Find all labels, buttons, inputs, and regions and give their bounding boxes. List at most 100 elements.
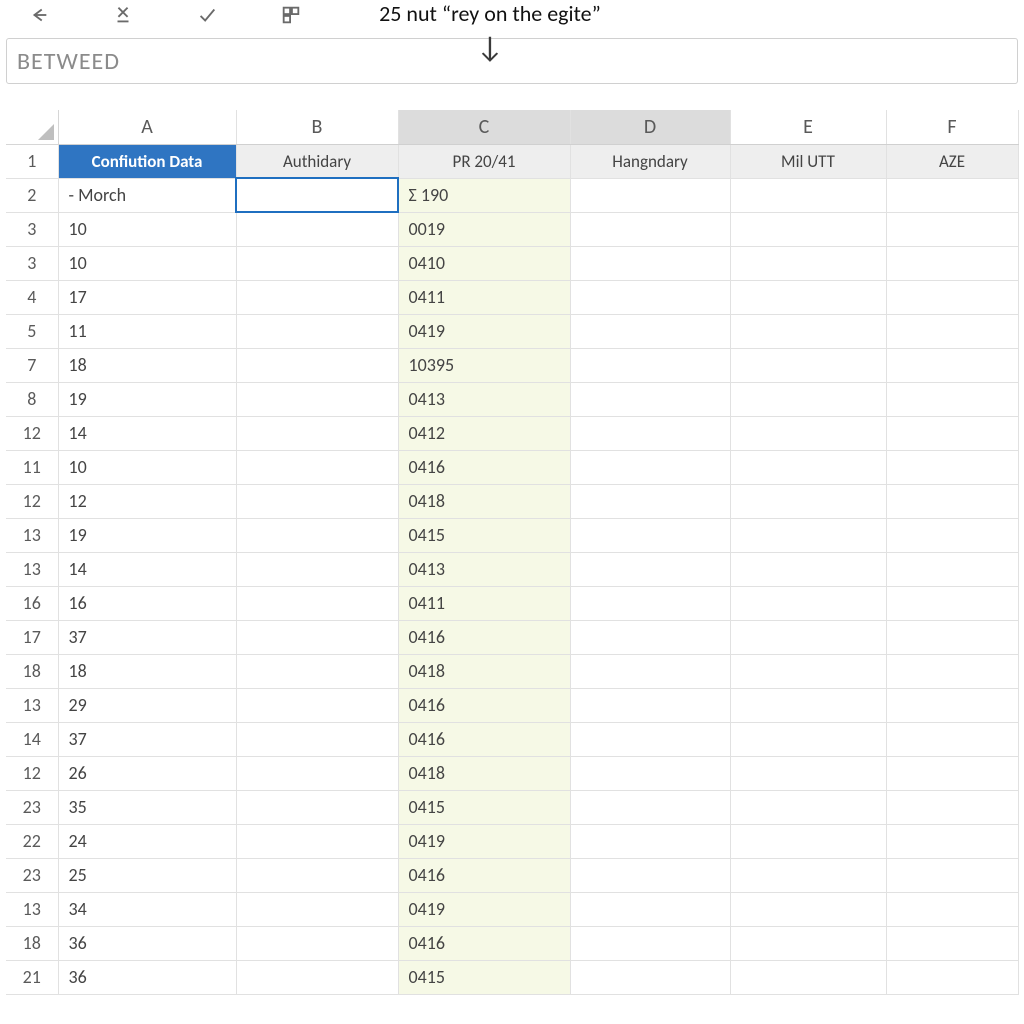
row-header[interactable]: 5 bbox=[6, 314, 58, 348]
row-header[interactable]: 21 bbox=[6, 960, 58, 994]
cell-C[interactable]: 0416 bbox=[398, 926, 570, 960]
row-header[interactable]: 14 bbox=[6, 722, 58, 756]
field-header-D[interactable]: Hangndary bbox=[570, 144, 730, 178]
cell-E[interactable] bbox=[730, 314, 886, 348]
cell-D[interactable] bbox=[570, 586, 730, 620]
cell-E[interactable] bbox=[730, 960, 886, 994]
cell-A[interactable]: 25 bbox=[58, 858, 236, 892]
cell-D[interactable] bbox=[570, 722, 730, 756]
cell-B[interactable] bbox=[236, 416, 398, 450]
cell-D[interactable] bbox=[570, 450, 730, 484]
cell-B[interactable] bbox=[236, 824, 398, 858]
cell-C[interactable]: 0412 bbox=[398, 416, 570, 450]
cell-B[interactable] bbox=[236, 926, 398, 960]
cell-B[interactable] bbox=[236, 688, 398, 722]
cell-E[interactable] bbox=[730, 756, 886, 790]
cell-C[interactable]: 0411 bbox=[398, 586, 570, 620]
cell-B[interactable] bbox=[236, 722, 398, 756]
row-header[interactable]: 13 bbox=[6, 892, 58, 926]
cell-F[interactable] bbox=[886, 824, 1018, 858]
cell-D[interactable] bbox=[570, 858, 730, 892]
cell-F[interactable] bbox=[886, 246, 1018, 280]
cell-B[interactable] bbox=[236, 892, 398, 926]
cell-A[interactable]: 29 bbox=[58, 688, 236, 722]
cell-C[interactable]: 0418 bbox=[398, 654, 570, 688]
cell-A[interactable]: 17 bbox=[58, 280, 236, 314]
cell-F[interactable] bbox=[886, 654, 1018, 688]
cell-B[interactable] bbox=[236, 246, 398, 280]
cell-A[interactable]: 35 bbox=[58, 790, 236, 824]
row-header[interactable]: 8 bbox=[6, 382, 58, 416]
row-header[interactable]: 17 bbox=[6, 620, 58, 654]
field-header-B[interactable]: Authidary bbox=[236, 144, 398, 178]
col-header-F[interactable]: F bbox=[886, 110, 1018, 144]
cell-D[interactable] bbox=[570, 314, 730, 348]
cell-F[interactable] bbox=[886, 382, 1018, 416]
cell-D[interactable] bbox=[570, 518, 730, 552]
cell-C[interactable]: 0413 bbox=[398, 382, 570, 416]
back-arrow-icon[interactable] bbox=[28, 4, 50, 26]
cell-D[interactable] bbox=[570, 756, 730, 790]
cell-E[interactable] bbox=[730, 620, 886, 654]
row-header[interactable]: 12 bbox=[6, 484, 58, 518]
cell-E[interactable] bbox=[730, 824, 886, 858]
cell-D[interactable] bbox=[570, 824, 730, 858]
row-header[interactable]: 18 bbox=[6, 926, 58, 960]
cell-D[interactable] bbox=[570, 892, 730, 926]
cell-E[interactable] bbox=[730, 790, 886, 824]
row-header[interactable]: 3 bbox=[6, 246, 58, 280]
cell-C[interactable]: 0415 bbox=[398, 790, 570, 824]
cell-F[interactable] bbox=[886, 212, 1018, 246]
cell-A[interactable]: 37 bbox=[58, 620, 236, 654]
col-header-B[interactable]: B bbox=[236, 110, 398, 144]
cell-B[interactable] bbox=[236, 314, 398, 348]
cell-C[interactable]: 0415 bbox=[398, 960, 570, 994]
cell-C[interactable]: 0019 bbox=[398, 212, 570, 246]
cell-C[interactable]: 0413 bbox=[398, 552, 570, 586]
row-header[interactable]: 16 bbox=[6, 586, 58, 620]
select-all-triangle[interactable] bbox=[6, 110, 58, 144]
cell-E[interactable] bbox=[730, 484, 886, 518]
cell-D[interactable] bbox=[570, 926, 730, 960]
cell-E[interactable] bbox=[730, 246, 886, 280]
cell-E[interactable] bbox=[730, 416, 886, 450]
cell-B[interactable] bbox=[236, 280, 398, 314]
cell-E[interactable] bbox=[730, 382, 886, 416]
cell-F[interactable] bbox=[886, 280, 1018, 314]
cell-C[interactable]: 0418 bbox=[398, 756, 570, 790]
cell-C[interactable]: 0415 bbox=[398, 518, 570, 552]
cell-A[interactable]: 18 bbox=[58, 654, 236, 688]
cell-A[interactable]: 36 bbox=[58, 926, 236, 960]
cell-A[interactable]: 34 bbox=[58, 892, 236, 926]
cell-A[interactable]: 14 bbox=[58, 552, 236, 586]
cell-A[interactable]: 16 bbox=[58, 586, 236, 620]
cell-B[interactable] bbox=[236, 382, 398, 416]
row-header[interactable]: 12 bbox=[6, 416, 58, 450]
formula-bar[interactable]: BETWEED bbox=[6, 38, 1018, 84]
cell-F[interactable] bbox=[886, 416, 1018, 450]
cell-F[interactable] bbox=[886, 314, 1018, 348]
cell-B[interactable] bbox=[236, 586, 398, 620]
cell-A[interactable]: 14 bbox=[58, 416, 236, 450]
cell-F[interactable] bbox=[886, 178, 1018, 212]
cell-E[interactable] bbox=[730, 722, 886, 756]
cell-D[interactable] bbox=[570, 382, 730, 416]
cell-C[interactable]: 0419 bbox=[398, 314, 570, 348]
row-header[interactable]: 2 bbox=[6, 178, 58, 212]
cell-B[interactable] bbox=[236, 756, 398, 790]
cell-E[interactable] bbox=[730, 450, 886, 484]
cell-A[interactable]: 19 bbox=[58, 518, 236, 552]
cell-A[interactable]: 19 bbox=[58, 382, 236, 416]
cell-F[interactable] bbox=[886, 688, 1018, 722]
cell-D[interactable] bbox=[570, 688, 730, 722]
cell-D[interactable] bbox=[570, 178, 730, 212]
cell-E[interactable] bbox=[730, 178, 886, 212]
cell-E[interactable] bbox=[730, 348, 886, 382]
cell-B[interactable] bbox=[236, 212, 398, 246]
cell-F[interactable] bbox=[886, 756, 1018, 790]
cell-B[interactable] bbox=[236, 484, 398, 518]
cell-D[interactable] bbox=[570, 790, 730, 824]
cell-D[interactable] bbox=[570, 212, 730, 246]
cell-F[interactable] bbox=[886, 518, 1018, 552]
cell-E[interactable] bbox=[730, 586, 886, 620]
